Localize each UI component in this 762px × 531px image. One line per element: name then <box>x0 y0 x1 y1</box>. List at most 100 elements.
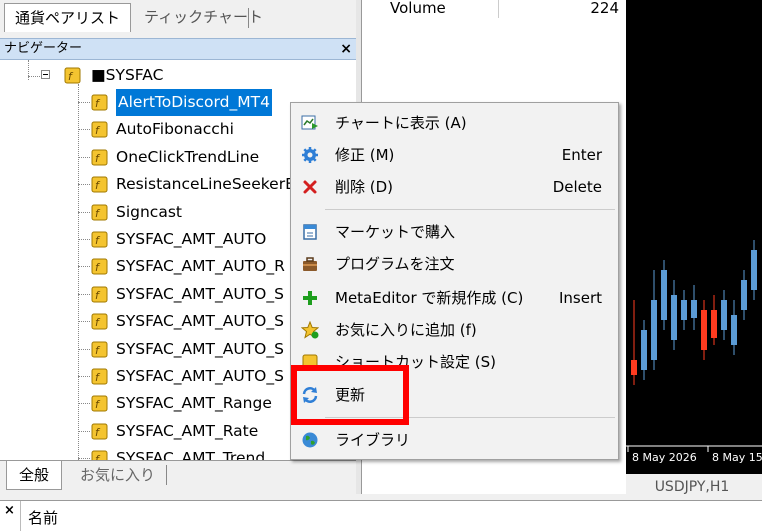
tab-tick-chart[interactable]: ティックチャート <box>134 3 273 31</box>
menu-item-show-in-chart[interactable]: チャートに表示 (A) <box>291 108 618 138</box>
tree-guide-line <box>78 266 90 268</box>
tree-guide-line <box>78 348 90 350</box>
folder-label: ■SYSFAC <box>91 66 164 84</box>
expert-advisor-icon: f <box>91 394 108 412</box>
tree-item-label: OneClickTrendLine <box>116 147 260 166</box>
tab-label: 通貨ペアリスト <box>15 9 121 27</box>
tree-guide-line <box>78 321 90 323</box>
menu-separator <box>325 209 615 210</box>
candle-body <box>691 300 697 318</box>
bottom-panel-close-button[interactable]: × <box>4 503 15 518</box>
navigator-title: ナビゲーター <box>4 41 83 56</box>
menu-item-library[interactable]: ライブラリ <box>291 425 618 455</box>
tab-label: ティックチャート <box>144 8 263 26</box>
tree-guide-line <box>78 376 90 377</box>
tab-divider <box>166 465 167 485</box>
tree-item-label: ResistanceLineSeekerE <box>116 175 295 194</box>
candle-body <box>641 330 647 370</box>
expert-advisor-icon: f <box>91 230 108 248</box>
expert-advisor-icon: f <box>91 120 108 138</box>
tree-guide-line <box>78 430 90 432</box>
navigator-close-button[interactable]: × <box>340 39 352 59</box>
bottom-panel: × 名前 <box>0 500 762 531</box>
chart-symbol-tab[interactable]: USDJPY,H1 <box>630 476 754 498</box>
tree-item-label: SYSFAC_AMT_AUTO_S <box>116 339 284 358</box>
top-tab-bar: 通貨ペアリスト ティックチャート <box>0 0 360 36</box>
tab-currency-pair-list[interactable]: 通貨ペアリスト <box>4 3 132 32</box>
price-chart[interactable]: 8 May 2026 8 May 15: <box>626 0 762 474</box>
tab-divider <box>248 8 249 28</box>
menu-item-delete[interactable]: 削除 (D) Delete <box>291 172 618 202</box>
menu-item-order-program[interactable]: プログラムを注文 <box>291 249 618 279</box>
star-icon <box>300 320 320 339</box>
panel-divider <box>20 501 21 531</box>
tab-general[interactable]: 全般 <box>6 461 63 490</box>
menu-item-new-in-metaeditor[interactable]: MetaEditor で新規作成 (C) Insert <box>291 283 618 313</box>
tree-guide-line <box>78 102 90 103</box>
expert-advisor-icon: f <box>91 175 108 193</box>
menu-item-modify[interactable]: 修正 (M) Enter <box>291 140 618 170</box>
candle-body <box>741 280 747 310</box>
candle-body <box>681 300 687 320</box>
expert-advisor-icon: f <box>91 257 108 275</box>
tree-guide-line <box>78 129 90 131</box>
highlight-annotation-box <box>291 365 409 425</box>
candle-body <box>751 250 757 290</box>
expert-advisor-icon: f <box>91 449 108 460</box>
candle-body <box>631 360 637 375</box>
menu-item-label: マーケットで購入 <box>335 223 456 241</box>
expert-advisor-icon: f <box>91 285 108 303</box>
menu-item-label: MetaEditor で新規作成 (C) <box>335 289 524 307</box>
tree-item-label: SYSFAC_AMT_Range <box>116 394 272 413</box>
expert-advisor-icon: f <box>91 203 108 221</box>
tree-folder-sysfac[interactable]: f ■SYSFAC <box>0 62 356 89</box>
menu-item-buy-in-market[interactable]: マーケットで購入 <box>291 217 618 247</box>
tree-guide-line <box>78 156 90 158</box>
menu-item-shortcut: Delete <box>552 178 602 196</box>
candlestick-chart: 8 May 2026 8 May 15: <box>626 240 762 464</box>
tree-item-label: SYSFAC_AMT_AUTO_R <box>116 257 285 276</box>
tree-guide-line <box>78 184 90 186</box>
tab-label: お気に入り <box>80 466 156 484</box>
globe-icon <box>301 431 319 449</box>
expert-advisor-icon: f <box>91 340 108 358</box>
delete-icon <box>301 178 319 196</box>
menu-item-label: 削除 (D) <box>335 178 394 196</box>
chart-date-label: 8 May 2026 <box>632 451 697 464</box>
navigator-header: ナビゲーター × <box>0 38 356 60</box>
chart-tab-bar: USDJPY,H1 <box>626 474 762 500</box>
menu-item-label: 修正 (M) <box>335 146 395 164</box>
menu-item-shortcut: Enter <box>561 146 602 164</box>
tree-item-label: SYSFAC_AMT_Trend <box>116 449 266 460</box>
tree-item-label: Signcast <box>116 202 182 221</box>
menu-item-shortcut: Insert <box>558 289 602 307</box>
expert-advisor-icon: f <box>91 367 108 385</box>
expert-advisor-icon: f <box>91 148 108 166</box>
candle-body <box>671 295 677 340</box>
chart-date-label: 8 May 15: <box>712 451 762 464</box>
tree-item-label: SYSFAC_AMT_AUTO <box>116 230 267 248</box>
collapse-toggle-icon[interactable] <box>41 70 50 79</box>
tab-favorites[interactable]: お気に入り <box>68 461 167 489</box>
briefcase-icon <box>301 255 319 273</box>
candle-body <box>701 310 707 350</box>
tree-item-label: AutoFibonacchi <box>116 120 234 139</box>
menu-item-add-to-favorites[interactable]: お気に入りに追加 (f) <box>291 315 618 345</box>
market-icon <box>301 223 319 241</box>
tree-guide-line <box>78 211 90 213</box>
tree-guide-line <box>78 239 90 240</box>
expert-advisor-icon: f <box>91 93 108 111</box>
menu-item-label: チャートに表示 (A) <box>335 114 467 132</box>
column-divider <box>498 0 499 18</box>
tree-item-label: SYSFAC_AMT_AUTO_S <box>116 312 284 331</box>
menu-item-label: お気に入りに追加 (f) <box>335 321 477 339</box>
tree-item-label: SYSFAC_AMT_AUTO_S <box>116 284 284 303</box>
expert-advisor-icon: f <box>91 422 108 440</box>
menu-item-label: プログラムを注文 <box>335 255 455 273</box>
tab-label: 全般 <box>19 466 50 484</box>
volume-label: Volume <box>390 0 446 17</box>
tree-guide-line <box>78 293 90 295</box>
tree-item-label: AlertToDiscord_MT4 <box>116 89 272 116</box>
candle-body <box>731 315 737 345</box>
gear-icon <box>301 146 319 164</box>
